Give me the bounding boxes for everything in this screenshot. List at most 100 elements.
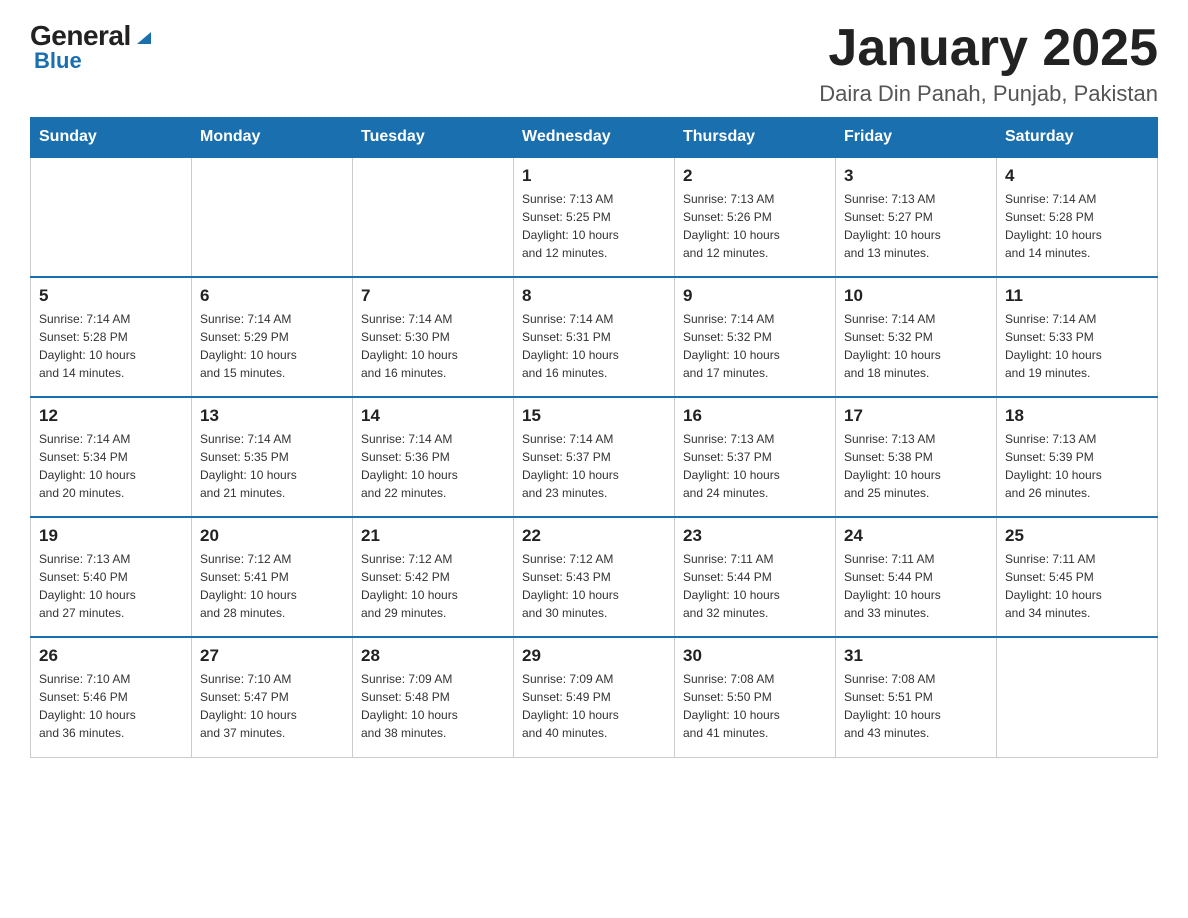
calendar-header: SundayMondayTuesdayWednesdayThursdayFrid… — [31, 118, 1158, 158]
day-info: Sunrise: 7:11 AM Sunset: 5:44 PM Dayligh… — [683, 550, 827, 622]
main-title: January 2025 — [819, 20, 1158, 77]
calendar-cell: 10 Sunrise: 7:14 AM Sunset: 5:32 PM Dayli… — [836, 277, 997, 397]
calendar-cell: 9Sunrise: 7:14 AM Sunset: 5:32 PM Daylig… — [675, 277, 836, 397]
calendar-cell: 15Sunrise: 7:14 AM Sunset: 5:37 PM Dayli… — [514, 397, 675, 517]
calendar-table: SundayMondayTuesdayWednesdayThursdayFrid… — [30, 117, 1158, 758]
calendar-week-row: 19 Sunrise: 7:13 AM Sunset: 5:40 PM Dayli… — [31, 517, 1158, 637]
calendar-cell: 7 Sunrise: 7:14 AM Sunset: 5:30 PM Daylig… — [353, 277, 514, 397]
day-number: 17 — [844, 406, 988, 426]
day-number: 22 — [522, 526, 666, 546]
day-info: Sunrise: 7:14 AM Sunset: 5:31 PM Dayligh… — [522, 310, 666, 382]
day-info: Sunrise: 7:11 AM Sunset: 5:45 PM Dayligh… — [1005, 550, 1149, 622]
calendar-cell: 25 Sunrise: 7:11 AM Sunset: 5:45 PM Dayli… — [997, 517, 1158, 637]
day-number: 27 — [200, 646, 344, 666]
calendar-cell: 16Sunrise: 7:13 AM Sunset: 5:37 PM Dayli… — [675, 397, 836, 517]
calendar-cell — [192, 157, 353, 277]
calendar-cell: 1 Sunrise: 7:13 AM Sunset: 5:25 PM Daylig… — [514, 157, 675, 277]
day-number: 29 — [522, 646, 666, 666]
calendar-week-row: 12 Sunrise: 7:14 AM Sunset: 5:34 PM Dayli… — [31, 397, 1158, 517]
day-info: Sunrise: 7:13 AM Sunset: 5:27 PM Dayligh… — [844, 190, 988, 262]
calendar-cell: 3Sunrise: 7:13 AM Sunset: 5:27 PM Daylig… — [836, 157, 997, 277]
calendar-cell: 24 Sunrise: 7:11 AM Sunset: 5:44 PM Dayli… — [836, 517, 997, 637]
calendar-cell: 21 Sunrise: 7:12 AM Sunset: 5:42 PM Dayli… — [353, 517, 514, 637]
day-info: Sunrise: 7:14 AM Sunset: 5:29 PM Dayligh… — [200, 310, 344, 382]
calendar-cell: 17Sunrise: 7:13 AM Sunset: 5:38 PM Dayli… — [836, 397, 997, 517]
day-info: Sunrise: 7:12 AM Sunset: 5:42 PM Dayligh… — [361, 550, 505, 622]
calendar-cell: 27 Sunrise: 7:10 AM Sunset: 5:47 PM Dayli… — [192, 637, 353, 757]
day-number: 25 — [1005, 526, 1149, 546]
calendar-cell: 2 Sunrise: 7:13 AM Sunset: 5:26 PM Daylig… — [675, 157, 836, 277]
day-info: Sunrise: 7:14 AM Sunset: 5:33 PM Dayligh… — [1005, 310, 1149, 382]
day-number: 5 — [39, 286, 183, 306]
day-number: 8 — [522, 286, 666, 306]
logo-blue: Blue — [34, 48, 82, 73]
day-number: 2 — [683, 166, 827, 186]
day-info: Sunrise: 7:09 AM Sunset: 5:48 PM Dayligh… — [361, 670, 505, 742]
calendar-cell: 6 Sunrise: 7:14 AM Sunset: 5:29 PM Daylig… — [192, 277, 353, 397]
day-number: 24 — [844, 526, 988, 546]
calendar-cell: 19 Sunrise: 7:13 AM Sunset: 5:40 PM Dayli… — [31, 517, 192, 637]
day-number: 23 — [683, 526, 827, 546]
calendar-cell: 30 Sunrise: 7:08 AM Sunset: 5:50 PM Dayli… — [675, 637, 836, 757]
day-info: Sunrise: 7:14 AM Sunset: 5:35 PM Dayligh… — [200, 430, 344, 502]
day-number: 12 — [39, 406, 183, 426]
calendar-cell: 4 Sunrise: 7:14 AM Sunset: 5:28 PM Daylig… — [997, 157, 1158, 277]
subtitle: Daira Din Panah, Punjab, Pakistan — [819, 81, 1158, 107]
day-info: Sunrise: 7:14 AM Sunset: 5:28 PM Dayligh… — [1005, 190, 1149, 262]
page-header: General Blue January 2025 Daira Din Pana… — [30, 20, 1158, 107]
calendar-cell — [997, 637, 1158, 757]
day-number: 10 — [844, 286, 988, 306]
day-number: 19 — [39, 526, 183, 546]
day-header-saturday: Saturday — [997, 118, 1158, 158]
day-info: Sunrise: 7:14 AM Sunset: 5:28 PM Dayligh… — [39, 310, 183, 382]
day-info: Sunrise: 7:10 AM Sunset: 5:46 PM Dayligh… — [39, 670, 183, 742]
calendar-cell: 14Sunrise: 7:14 AM Sunset: 5:36 PM Dayli… — [353, 397, 514, 517]
day-header-friday: Friday — [836, 118, 997, 158]
day-info: Sunrise: 7:12 AM Sunset: 5:43 PM Dayligh… — [522, 550, 666, 622]
calendar-cell: 12 Sunrise: 7:14 AM Sunset: 5:34 PM Dayli… — [31, 397, 192, 517]
day-info: Sunrise: 7:13 AM Sunset: 5:37 PM Dayligh… — [683, 430, 827, 502]
day-info: Sunrise: 7:13 AM Sunset: 5:25 PM Dayligh… — [522, 190, 666, 262]
day-header-wednesday: Wednesday — [514, 118, 675, 158]
day-number: 6 — [200, 286, 344, 306]
day-number: 13 — [200, 406, 344, 426]
day-header-thursday: Thursday — [675, 118, 836, 158]
calendar-cell — [31, 157, 192, 277]
calendar-cell: 8 Sunrise: 7:14 AM Sunset: 5:31 PM Daylig… — [514, 277, 675, 397]
calendar-cell: 13 Sunrise: 7:14 AM Sunset: 5:35 PM Dayli… — [192, 397, 353, 517]
logo-triangle-icon — [133, 26, 155, 48]
calendar-cell: 22 Sunrise: 7:12 AM Sunset: 5:43 PM Dayli… — [514, 517, 675, 637]
day-number: 9 — [683, 286, 827, 306]
day-info: Sunrise: 7:12 AM Sunset: 5:41 PM Dayligh… — [200, 550, 344, 622]
day-header-tuesday: Tuesday — [353, 118, 514, 158]
day-info: Sunrise: 7:10 AM Sunset: 5:47 PM Dayligh… — [200, 670, 344, 742]
day-info: Sunrise: 7:09 AM Sunset: 5:49 PM Dayligh… — [522, 670, 666, 742]
day-info: Sunrise: 7:14 AM Sunset: 5:32 PM Dayligh… — [844, 310, 988, 382]
day-info: Sunrise: 7:13 AM Sunset: 5:26 PM Dayligh… — [683, 190, 827, 262]
day-number: 26 — [39, 646, 183, 666]
day-number: 1 — [522, 166, 666, 186]
day-number: 21 — [361, 526, 505, 546]
day-number: 30 — [683, 646, 827, 666]
calendar-week-row: 5 Sunrise: 7:14 AM Sunset: 5:28 PM Daylig… — [31, 277, 1158, 397]
calendar-week-row: 1 Sunrise: 7:13 AM Sunset: 5:25 PM Daylig… — [31, 157, 1158, 277]
calendar-cell: 28 Sunrise: 7:09 AM Sunset: 5:48 PM Dayli… — [353, 637, 514, 757]
calendar-cell: 23 Sunrise: 7:11 AM Sunset: 5:44 PM Dayli… — [675, 517, 836, 637]
day-number: 15 — [522, 406, 666, 426]
day-number: 7 — [361, 286, 505, 306]
day-number: 31 — [844, 646, 988, 666]
calendar-cell: 11 Sunrise: 7:14 AM Sunset: 5:33 PM Dayli… — [997, 277, 1158, 397]
day-info: Sunrise: 7:14 AM Sunset: 5:34 PM Dayligh… — [39, 430, 183, 502]
day-number: 4 — [1005, 166, 1149, 186]
calendar-cell: 29 Sunrise: 7:09 AM Sunset: 5:49 PM Dayli… — [514, 637, 675, 757]
day-number: 11 — [1005, 286, 1149, 306]
day-number: 28 — [361, 646, 505, 666]
day-info: Sunrise: 7:08 AM Sunset: 5:50 PM Dayligh… — [683, 670, 827, 742]
day-info: Sunrise: 7:11 AM Sunset: 5:44 PM Dayligh… — [844, 550, 988, 622]
calendar-cell: 26 Sunrise: 7:10 AM Sunset: 5:46 PM Dayli… — [31, 637, 192, 757]
day-info: Sunrise: 7:08 AM Sunset: 5:51 PM Dayligh… — [844, 670, 988, 742]
day-info: Sunrise: 7:14 AM Sunset: 5:30 PM Dayligh… — [361, 310, 505, 382]
calendar-week-row: 26 Sunrise: 7:10 AM Sunset: 5:46 PM Dayli… — [31, 637, 1158, 757]
day-info: Sunrise: 7:13 AM Sunset: 5:40 PM Dayligh… — [39, 550, 183, 622]
day-header-sunday: Sunday — [31, 118, 192, 158]
